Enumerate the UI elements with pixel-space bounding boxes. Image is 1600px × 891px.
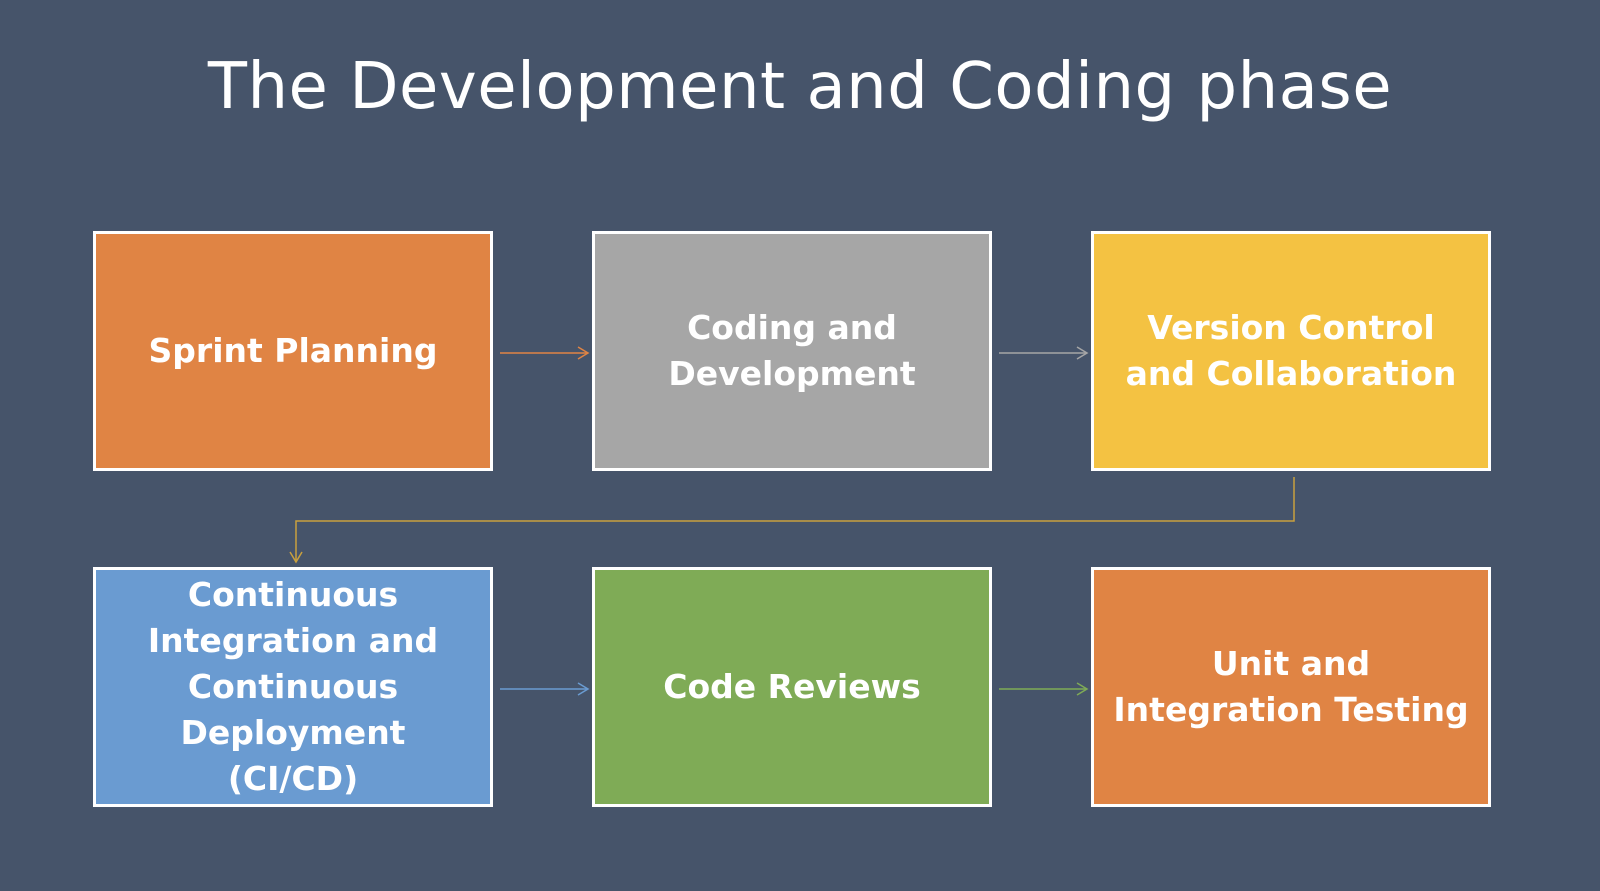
step-sprint-planning: Sprint Planning xyxy=(93,231,493,471)
step-code-reviews: Code Reviews xyxy=(592,567,992,807)
arrow-2-to-3 xyxy=(999,346,1089,360)
arrow-4-to-5 xyxy=(500,682,590,696)
step-label: Coding and Development xyxy=(668,308,916,393)
arrow-3-to-4 xyxy=(289,477,1295,564)
arrow-5-to-6 xyxy=(999,682,1089,696)
arrow-1-to-2 xyxy=(500,346,590,360)
step-version-control-and-collaboration: Version Control and Collaboration xyxy=(1091,231,1491,471)
step-label: Continuous Integration and Continuous De… xyxy=(147,575,439,798)
step-unit-and-integration-testing: Unit and Integration Testing xyxy=(1091,567,1491,807)
step-coding-and-development: Coding and Development xyxy=(592,231,992,471)
step-label: Unit and Integration Testing xyxy=(1113,644,1469,729)
step-ci-cd: Continuous Integration and Continuous De… xyxy=(93,567,493,807)
step-label: Code Reviews xyxy=(663,667,921,706)
step-label: Sprint Planning xyxy=(148,331,438,370)
step-label: Version Control and Collaboration xyxy=(1125,308,1457,393)
